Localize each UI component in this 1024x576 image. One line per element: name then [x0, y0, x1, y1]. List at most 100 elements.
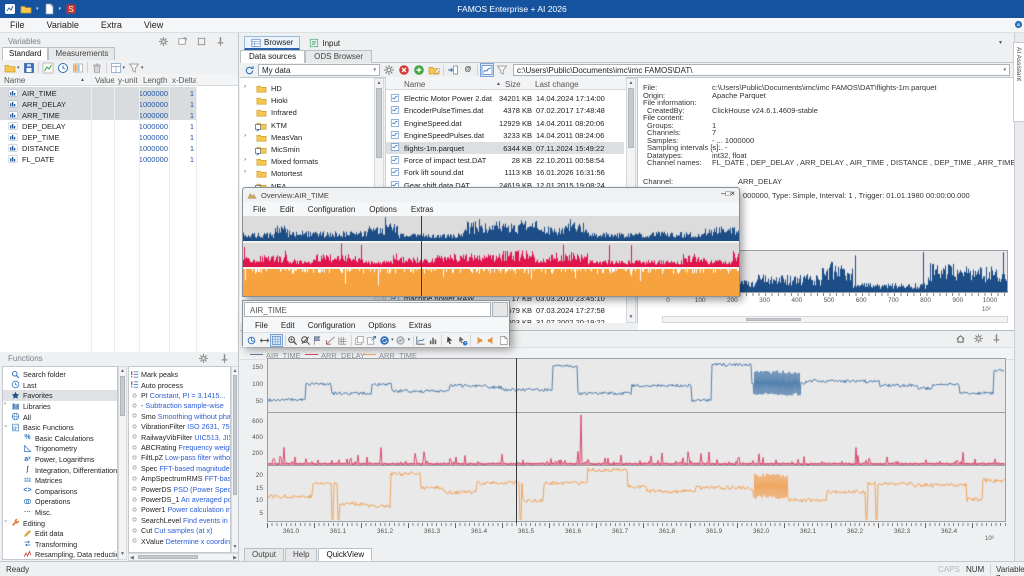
settings-gear-icon[interactable]: [383, 64, 395, 76]
overview-title-bar[interactable]: Overview:AIR_TIME–□×: [243, 188, 739, 202]
tab-row-overflow-icon[interactable]: ▾: [999, 39, 1002, 46]
column-header-xdelta[interactable]: x-Delta: [172, 76, 197, 85]
tree-item-matrices[interactable]: Matrices: [3, 475, 118, 486]
update-manual-icon[interactable]: [395, 335, 406, 346]
chart-cursor-line[interactable]: [516, 358, 517, 523]
wctl[interactable]: ×: [730, 189, 735, 198]
list-item-mark-peaks[interactable]: Mark peaks: [129, 369, 231, 379]
settings-gear-icon[interactable]: [198, 353, 209, 364]
tree-item-power-logarithms[interactable]: aˣPower, Logarithms: [3, 454, 118, 465]
column-header-yunit[interactable]: y-unit: [118, 76, 138, 85]
bottom-tab-help[interactable]: Help: [285, 548, 317, 561]
file-row-force-of-impact-test-dat[interactable]: Force of impact test.DAT28 KB22.10.2011 …: [386, 154, 624, 166]
save-icon[interactable]: [23, 62, 35, 74]
at-sign-icon[interactable]: @: [462, 64, 474, 76]
tab-standard[interactable]: Standard: [2, 47, 48, 60]
ai-assistant-tab[interactable]: AI Assistant: [1013, 42, 1024, 122]
chart-preview-icon[interactable]: [42, 62, 54, 74]
table-row[interactable]: FL_DATE10000001: [0, 153, 197, 164]
columns-panel-icon[interactable]: [72, 62, 84, 74]
folder-open-icon[interactable]: [20, 3, 32, 15]
folder-item-ktm[interactable]: KTM: [240, 119, 374, 131]
scale-flag-icon[interactable]: [312, 335, 323, 346]
list-item-powerds[interactable]: PowerDS PSD (Power Spectral Dens: [129, 483, 231, 493]
properties-clock-icon[interactable]: [57, 62, 69, 74]
filter-funnel-icon[interactable]: [128, 62, 140, 74]
select-cursor-icon[interactable]: [444, 335, 455, 346]
table-row[interactable]: ARR_TIME10000001: [0, 109, 197, 120]
float-window-icon[interactable]: [177, 36, 188, 47]
remove-source-icon[interactable]: [398, 64, 410, 76]
tree-item-edit-data[interactable]: Edit data: [3, 528, 118, 539]
list-item-searchlevel[interactable]: SearchLevel Find events in data at: [129, 515, 231, 525]
table-row[interactable]: ARR_DELAY10000001: [0, 98, 197, 109]
list-item-ampspectrumrms[interactable]: AmpSpectrumRMS FFT-based magn: [129, 473, 231, 483]
tree-item-libraries[interactable]: ›Libraries: [3, 401, 118, 412]
path-combo[interactable]: c:\Users\Public\Documents\imc\imc FAMOS\…: [513, 64, 1010, 76]
folder-item-micsmin[interactable]: MicSmin: [240, 143, 374, 155]
list-item-railwayvibfilter[interactable]: RailwayVibFilter UIC513, JIS E4023: [129, 431, 231, 441]
list-item-cut[interactable]: Cut Cut samples (at x): [129, 525, 231, 535]
fit-width-icon[interactable]: [259, 335, 270, 346]
scroll-down-arrow[interactable]: ▼: [627, 314, 635, 321]
tree-item-integration-differentiation[interactable]: ∫Integration, Differentiation: [3, 464, 118, 475]
tree-item-editing[interactable]: ›Editing: [3, 517, 118, 528]
column-header-size[interactable]: Size: [505, 80, 521, 89]
maximize-box-icon[interactable]: [196, 36, 207, 47]
bottom-tab-output[interactable]: Output: [244, 548, 284, 561]
refresh-icon[interactable]: [244, 65, 255, 76]
expander-icon[interactable]: ›: [2, 425, 8, 427]
settings-gear-icon[interactable]: [158, 36, 169, 47]
file-row-enginespeedpulses-dat[interactable]: EngineSpeedPulses.dat3233 KB14.04.2011 0…: [386, 129, 624, 141]
folder-item-measvan[interactable]: ›MeasVan: [240, 131, 374, 143]
variable-name-box[interactable]: AIR_TIME: [244, 302, 491, 317]
tree-item-search-folder[interactable]: Search folder: [3, 369, 118, 380]
list-item-xvalue[interactable]: XValue Determine x coordinate: [129, 535, 231, 545]
tree-item-basic-calculations[interactable]: %Basic Calculations: [3, 433, 118, 444]
update-auto-icon[interactable]: [379, 335, 390, 346]
list-item-pi[interactable]: PI Constant, PI = 3.1415...: [129, 390, 231, 400]
edit-folder-icon[interactable]: [428, 64, 440, 76]
file-row-enginespeed-dat[interactable]: EngineSpeed.dat12929 KB14.04.2011 08:20:…: [386, 117, 624, 129]
functions-list-hscrollbar[interactable]: ◀ ▶: [128, 553, 239, 561]
layout-grid-icon[interactable]: [110, 62, 122, 74]
expander-icon[interactable]: ›: [244, 168, 246, 175]
menu-view[interactable]: View: [144, 20, 163, 30]
filter-funnel-icon[interactable]: [496, 64, 508, 76]
list-item-auto-process[interactable]: Auto process: [129, 379, 231, 389]
list-item-smo[interactable]: Smo Smoothing without phase shift: [129, 411, 231, 421]
menu-file[interactable]: File: [10, 20, 25, 30]
tree-item-misc-[interactable]: ···Misc.: [3, 507, 118, 518]
file-row-encoderpulsetimes-dat[interactable]: EncoderPulseTimes.dat4378 KB07.02.2017 1…: [386, 104, 624, 116]
curve-menu-extras[interactable]: Extras: [409, 321, 432, 330]
file-row-electric-motor-power-2-dat[interactable]: Electric Motor Power 2.dat34201 KB14.04.…: [386, 92, 624, 104]
folder-item-hioki[interactable]: Hioki: [240, 94, 374, 106]
folder-item-hd[interactable]: ›HD: [240, 82, 374, 94]
data-source-combo[interactable]: My data▾: [258, 64, 380, 76]
tree-item-favorites[interactable]: Favorites: [3, 390, 118, 401]
folder-open-icon[interactable]: [4, 62, 16, 74]
tree-item-basic-functions[interactable]: ›Basic Functions: [3, 422, 118, 433]
list-item-vibrationfilter[interactable]: VibrationFilter ISO 2631, 7505, 534: [129, 421, 231, 431]
tree-item-all[interactable]: All: [3, 411, 118, 422]
preview-hscrollbar[interactable]: [662, 316, 1008, 323]
tree-item-resampling-data-reduction[interactable]: Resampling, Data reduction: [3, 549, 118, 560]
tree-item-transforming[interactable]: Transforming: [3, 539, 118, 550]
curve-fit-icon[interactable]: [415, 335, 426, 346]
scroll-up-arrow[interactable]: ▲: [627, 80, 635, 87]
list-item-spec[interactable]: Spec FFT-based magnitude spectru: [129, 463, 231, 473]
expander-icon[interactable]: ›: [4, 401, 6, 407]
measure-circle-icon[interactable]: [246, 335, 257, 346]
pointer-info-icon[interactable]: ?: [457, 335, 468, 346]
list-item-powerds-1[interactable]: PowerDS_1 An averaged power sp: [129, 494, 231, 504]
home-icon[interactable]: [955, 333, 966, 344]
expander-icon[interactable]: ›: [244, 132, 246, 139]
scroll-up-arrow[interactable]: ▲: [375, 80, 383, 87]
tree-item-comparisons[interactable]: <>Comparisons: [3, 486, 118, 497]
tab-measurements[interactable]: Measurements: [48, 47, 115, 60]
folder-item-motortest[interactable]: ›Motortest: [240, 167, 374, 179]
delete-trash-icon[interactable]: [91, 62, 103, 74]
add-source-icon[interactable]: [413, 64, 425, 76]
grid-mode-icon[interactable]: [271, 335, 282, 346]
table-row[interactable]: DEP_TIME10000001: [0, 131, 197, 142]
